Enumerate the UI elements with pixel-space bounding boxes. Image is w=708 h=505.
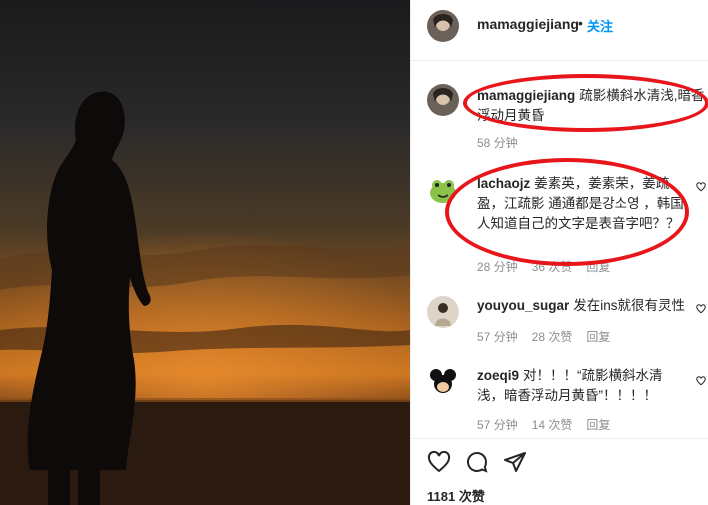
caption-meta: 58 分钟 (477, 134, 532, 151)
comment-likes[interactable]: 14 次赞 (532, 418, 573, 432)
heart-icon[interactable] (696, 182, 706, 192)
comment-avatar[interactable] (427, 174, 459, 206)
comment-username[interactable]: youyou_sugar (477, 298, 569, 313)
follow-button[interactable]: 关注 (587, 16, 613, 35)
comment-time[interactable]: 28 分钟 (477, 260, 518, 274)
comment-meta: 57 分钟 14 次赞 回复 (477, 416, 624, 433)
reply-button[interactable]: 回复 (586, 260, 610, 274)
comment-username[interactable]: zoeqi9 (477, 368, 519, 383)
action-bar (427, 450, 541, 479)
heart-icon[interactable] (427, 450, 451, 474)
comment-likes[interactable]: 36 次赞 (532, 260, 573, 274)
separator-dot: • (578, 15, 583, 31)
comment-body: 发在ins就很有灵性 (573, 298, 686, 313)
comment-time[interactable]: 57 分钟 (477, 418, 518, 432)
comment-text: zoeqi9 对！！！“疏影横斜水清浅，暗香浮动月黄昏”！！！！ (477, 366, 689, 406)
share-icon[interactable] (503, 450, 527, 474)
heart-icon[interactable] (696, 376, 706, 386)
comment-username[interactable]: lachaojz (477, 176, 530, 191)
heart-icon[interactable] (696, 304, 706, 314)
caption-username[interactable]: mamaggiejiang (477, 88, 575, 103)
likes-count[interactable]: 1181 次赞 (427, 486, 485, 505)
comment-text: lachaojz 姜素英，姜素荣，姜疏盈，江疏影 通通都是강소영 ，韩国人知道自己… (477, 174, 689, 234)
caption-text: mamaggiejiang 疏影横斜水清浅,暗香浮动月黄昏 (477, 86, 707, 126)
comment-icon[interactable] (465, 450, 489, 474)
comment-avatar[interactable] (427, 366, 459, 398)
caption-avatar[interactable] (427, 84, 459, 116)
reply-button[interactable]: 回复 (586, 330, 610, 344)
comment-time[interactable]: 57 分钟 (477, 330, 518, 344)
caption-time[interactable]: 58 分钟 (477, 136, 518, 150)
post-photo (0, 0, 410, 505)
header-divider (411, 60, 708, 61)
post-side-panel: mamaggiejiang • 关注 mamaggiejiang 疏影横斜水清浅,… (410, 0, 708, 505)
comment-likes[interactable]: 28 次赞 (532, 330, 573, 344)
comment-meta: 57 分钟 28 次赞 回复 (477, 328, 624, 345)
comment-text: youyou_sugar 发在ins就很有灵性 (477, 296, 689, 316)
actions-divider (411, 438, 708, 439)
poster-username[interactable]: mamaggiejiang (477, 16, 579, 32)
poster-avatar[interactable] (427, 10, 459, 42)
comment-avatar[interactable] (427, 296, 459, 328)
reply-button[interactable]: 回复 (586, 418, 610, 432)
comment-meta: 28 分钟 36 次赞 回复 (477, 258, 624, 275)
